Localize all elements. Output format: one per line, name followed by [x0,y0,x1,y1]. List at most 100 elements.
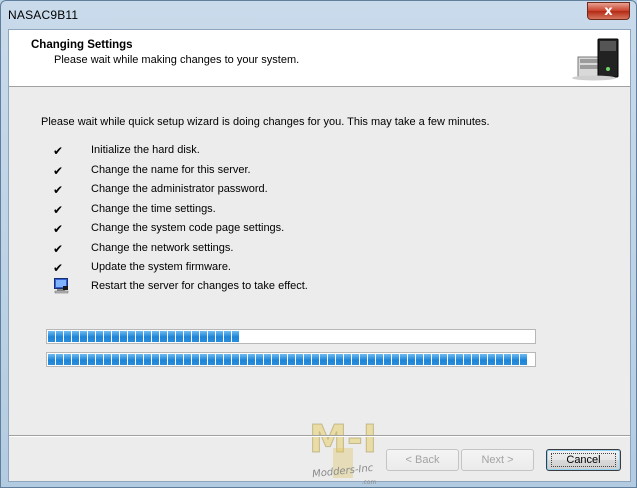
back-button[interactable]: < Back [386,449,459,471]
progress-segment [480,354,487,365]
progress-segment [96,354,103,365]
progress-segment [384,354,391,365]
list-item: ✔ Update the system firmware. [53,260,453,276]
progress-segment [488,354,495,365]
page-title: Changing Settings [31,39,133,51]
page-subtitle: Please wait while making changes to your… [54,54,300,66]
progress-segment [208,354,215,365]
progress-segment [376,354,383,365]
progress-segment [184,331,191,342]
step-label: Change the system code page settings. [91,222,285,234]
progress-segment [168,331,175,342]
list-item: ✔ Change the network settings. [53,241,453,257]
checkmark-icon: ✔ [53,203,64,217]
watermark-logo: M-I Modders-Inc .com [309,417,378,487]
overall-progress-fill [48,354,528,365]
next-button[interactable]: Next > [461,449,534,471]
progress-segment [192,331,199,342]
progress-segment [200,354,207,365]
progress-segment [272,354,279,365]
step-label: Change the name for this server. [91,164,251,176]
progress-segment [152,354,159,365]
progress-segment [424,354,431,365]
step-label: Restart the server for changes to take e… [91,280,308,292]
progress-segment [336,354,343,365]
progress-segment [416,354,423,365]
list-item: ✔ Initialize the hard disk. [53,143,453,159]
progress-segment [176,331,183,342]
progress-segment [440,354,447,365]
step-label: Change the network settings. [91,242,234,254]
footer-divider [9,435,630,437]
list-item: ✔ Change the system code page settings. [53,221,453,237]
progress-segment [144,354,151,365]
progress-segment [408,354,415,365]
progress-segment [104,331,111,342]
progress-segment [72,331,79,342]
progress-segment [232,354,239,365]
progress-segment [64,354,71,365]
progress-segment [64,331,71,342]
progress-segment [112,354,119,365]
progress-segment [80,354,87,365]
progress-segment [264,354,271,365]
progress-segment [200,331,207,342]
overall-progress-bar [46,352,536,367]
checkmark-icon: ✔ [53,242,64,256]
close-button[interactable]: x [587,2,630,20]
progress-segment [152,331,159,342]
progress-segment [360,354,367,365]
progress-segment [448,354,455,365]
progress-segment [224,331,231,342]
list-item: ✔ Change the time settings. [53,202,453,218]
progress-segment [472,354,479,365]
progress-segment [456,354,463,365]
progress-segment [296,354,303,365]
progress-segment [88,331,95,342]
cancel-button[interactable]: Cancel [546,449,621,471]
step-label: Initialize the hard disk. [91,144,200,156]
progress-segment [328,354,335,365]
list-item: Restart the server for changes to take e… [53,278,453,295]
progress-segment [216,331,223,342]
progress-segment [48,354,55,365]
progress-segment [136,354,143,365]
checkmark-icon: ✔ [53,183,64,197]
progress-segment [176,354,183,365]
progress-segment [392,354,399,365]
progress-segment [304,354,311,365]
step-label: Change the administrator password. [91,183,268,195]
progress-segment [128,331,135,342]
progress-segment [56,331,63,342]
wizard-window: NASAC9B11 x Changing Settings Please wai… [0,0,637,488]
progress-segment [400,354,407,365]
step-progress-bar [46,329,536,344]
progress-segment [120,354,127,365]
progress-segment [232,331,239,342]
progress-segment [464,354,471,365]
progress-segment [432,354,439,365]
progress-segment [128,354,135,365]
watermark-suffix: .com [362,479,377,486]
progress-segment [136,331,143,342]
step-progress-fill [48,331,240,342]
list-item: ✔ Change the name for this server. [53,163,453,179]
progress-segment [48,331,55,342]
progress-segment [120,331,127,342]
progress-segment [72,354,79,365]
progress-segment [144,331,151,342]
wizard-client-area: Changing Settings Please wait while maki… [8,29,631,486]
title-bar[interactable]: NASAC9B11 x [1,1,636,28]
progress-segment [352,354,359,365]
progress-segment [192,354,199,365]
progress-segment [248,354,255,365]
progress-segment [160,354,167,365]
progress-segment [240,354,247,365]
window-title: NASAC9B11 [8,8,79,22]
checkmark-icon: ✔ [53,222,64,236]
checkmark-icon: ✔ [53,164,64,178]
progress-segment [256,354,263,365]
progress-segment [344,354,351,365]
computer-working-icon [54,278,69,294]
close-icon: x [604,3,613,19]
